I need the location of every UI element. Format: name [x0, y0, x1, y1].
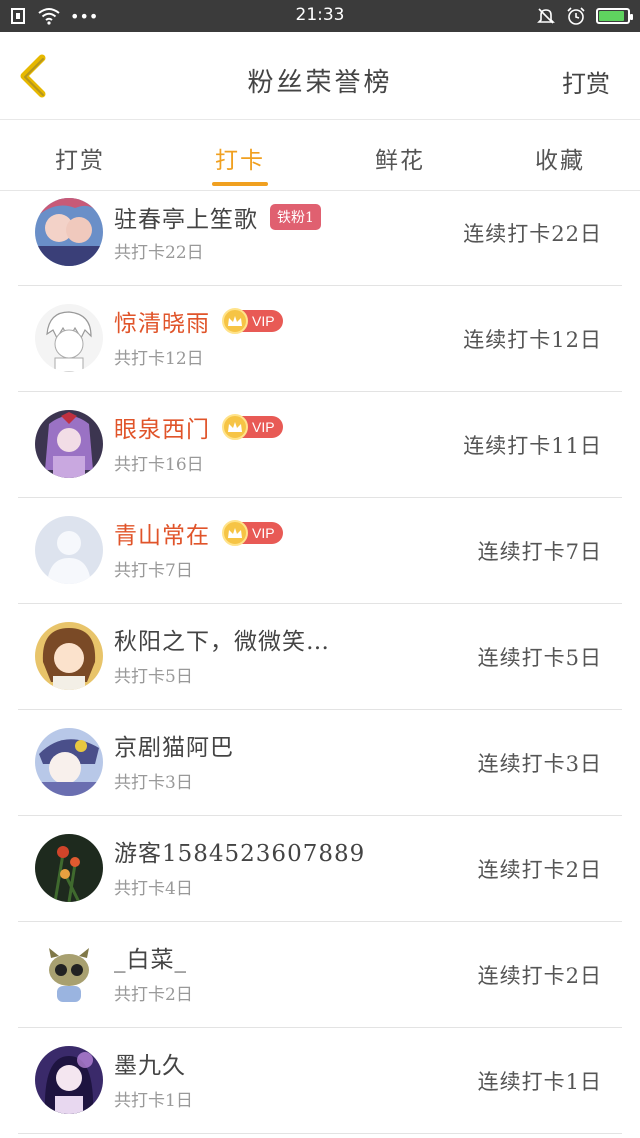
streak-checkin: 连续打卡3日 [477, 752, 602, 776]
list-item[interactable]: 青山常在 VIP 共打卡7日 连续打卡7日 [18, 498, 622, 604]
avatar[interactable] [35, 834, 103, 902]
streak-checkin: 连续打卡11日 [463, 434, 602, 458]
user-name: 惊清晓雨 [114, 311, 210, 337]
tab-reward[interactable]: 打赏 [0, 121, 160, 190]
total-checkin: 共打卡5日 [114, 667, 193, 687]
list-item[interactable]: 京剧猫阿巴 共打卡3日 连续打卡3日 [18, 710, 622, 816]
fan-list: 驻春亭上笙歌 铁粉1 共打卡22日 连续打卡22日 惊清晓雨 VIP 共打卡12… [0, 192, 640, 1134]
tab-label: 鲜花 [375, 148, 425, 174]
status-bar: ••• 21:33 [0, 0, 640, 32]
name-line: 游客1584523607889 [114, 836, 366, 867]
user-name: 墨九久 [114, 1053, 186, 1079]
list-item[interactable]: 驻春亭上笙歌 铁粉1 共打卡22日 连续打卡22日 [18, 192, 622, 286]
status-right [536, 5, 633, 27]
list-item[interactable]: 眼泉西门 VIP 共打卡16日 连续打卡11日 [18, 392, 622, 498]
list-item[interactable]: 秋阳之下，微微笑… 共打卡5日 连续打卡5日 [18, 604, 622, 710]
fan-level-badge: 铁粉1 [270, 204, 321, 230]
streak-checkin: 连续打卡1日 [477, 1070, 602, 1094]
tab-bar: 打赏 打卡 鲜花 收藏 [0, 121, 640, 191]
total-checkin: 共打卡7日 [114, 561, 193, 581]
name-line: 青山常在 VIP [114, 518, 283, 549]
name-line: 惊清晓雨 VIP [114, 306, 283, 337]
avatar[interactable] [35, 622, 103, 690]
list-item[interactable]: 惊清晓雨 VIP 共打卡12日 连续打卡12日 [18, 286, 622, 392]
user-name: 游客1584523607889 [114, 841, 366, 867]
tab-label: 打赏 [55, 148, 105, 174]
total-checkin: 共打卡4日 [114, 879, 193, 899]
avatar[interactable] [35, 940, 103, 1008]
user-name: 京剧猫阿巴 [114, 735, 234, 761]
name-line: _白菜_ [114, 942, 187, 973]
user-name: 驻春亭上笙歌 [114, 207, 258, 233]
user-name: 青山常在 [114, 523, 210, 549]
avatar[interactable] [35, 198, 103, 266]
tab-checkin[interactable]: 打卡 [160, 121, 320, 190]
tab-indicator [212, 182, 268, 186]
avatar[interactable] [35, 1046, 103, 1114]
streak-checkin: 连续打卡2日 [477, 858, 602, 882]
vip-badge: VIP [222, 308, 283, 334]
reward-button[interactable]: 打赏 [562, 64, 610, 99]
vip-badge: VIP [222, 414, 283, 440]
streak-checkin: 连续打卡5日 [477, 646, 602, 670]
page-title: 粉丝荣誉榜 [247, 68, 393, 98]
avatar[interactable] [35, 516, 103, 584]
list-item[interactable]: 游客1584523607889 共打卡4日 连续打卡2日 [18, 816, 622, 922]
streak-checkin: 连续打卡2日 [477, 964, 602, 988]
list-item[interactable]: _白菜_ 共打卡2日 连续打卡2日 [18, 922, 622, 1028]
user-name: 眼泉西门 [114, 417, 210, 443]
avatar[interactable] [35, 728, 103, 796]
tab-flowers[interactable]: 鲜花 [320, 121, 480, 190]
name-line: 秋阳之下，微微笑… [114, 624, 330, 655]
name-line: 墨九久 [114, 1048, 186, 1079]
name-line: 驻春亭上笙歌 铁粉1 [114, 202, 321, 233]
streak-checkin: 连续打卡22日 [463, 222, 602, 246]
total-checkin: 共打卡22日 [114, 243, 204, 263]
total-checkin: 共打卡1日 [114, 1091, 193, 1111]
avatar[interactable] [35, 304, 103, 372]
total-checkin: 共打卡12日 [114, 349, 204, 369]
crown-icon [222, 308, 248, 334]
avatar[interactable] [35, 410, 103, 478]
tab-label: 收藏 [535, 148, 585, 174]
total-checkin: 共打卡3日 [114, 773, 193, 793]
tab-label: 打卡 [215, 148, 265, 174]
name-line: 眼泉西门 VIP [114, 412, 283, 443]
tab-favorites[interactable]: 收藏 [480, 121, 640, 190]
vip-badge: VIP [222, 520, 283, 546]
alarm-icon [567, 7, 585, 25]
total-checkin: 共打卡16日 [114, 455, 204, 475]
total-checkin: 共打卡2日 [114, 985, 193, 1005]
streak-checkin: 连续打卡12日 [463, 328, 602, 352]
header: 粉丝荣誉榜 打赏 [0, 32, 640, 120]
streak-checkin: 连续打卡7日 [477, 540, 602, 564]
battery-icon [596, 8, 633, 24]
list-item[interactable]: 墨九久 共打卡1日 连续打卡1日 [18, 1028, 622, 1134]
crown-icon [222, 520, 248, 546]
name-line: 京剧猫阿巴 [114, 730, 234, 761]
mute-icon [537, 8, 555, 24]
user-name: _白菜_ [114, 947, 187, 973]
user-name: 秋阳之下，微微笑… [114, 629, 330, 655]
crown-icon [222, 414, 248, 440]
